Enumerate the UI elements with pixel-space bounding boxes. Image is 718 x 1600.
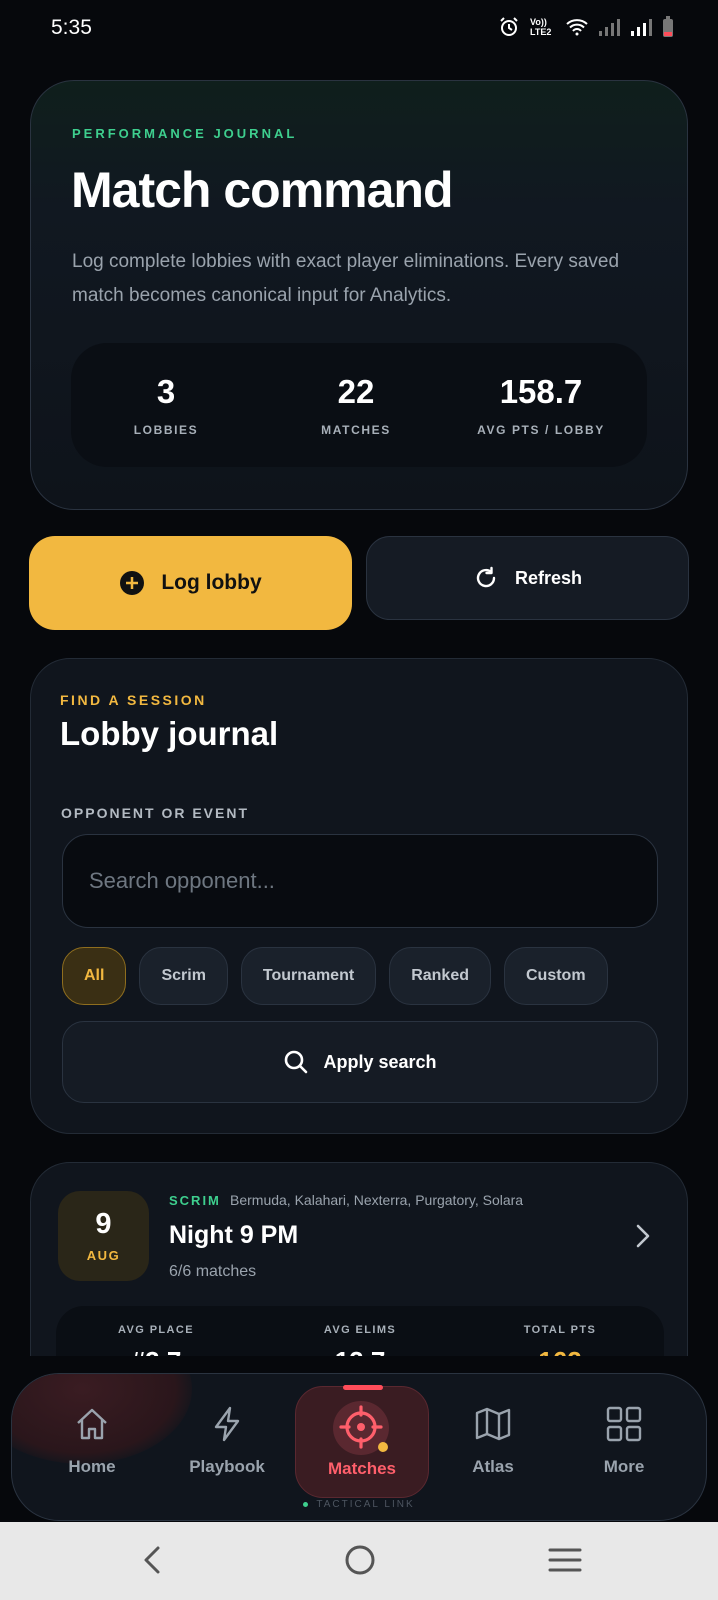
refresh-label: Refresh (514, 567, 583, 588)
stat-value: 158.7 (499, 373, 583, 410)
chevron-right-icon[interactable] (633, 1221, 653, 1251)
hero-description: Log complete lobbies with exact player e… (72, 251, 620, 306)
network-label: Vo)) LTE2 (530, 17, 552, 37)
status-icons: Vo)) LTE2 (498, 16, 674, 38)
recents-icon[interactable] (548, 1540, 582, 1580)
apply-search-label: Apply search (323, 1051, 437, 1072)
hero-card: PERFORMANCE JOURNAL Match command Log co… (30, 80, 688, 510)
filter-chip-tournament[interactable]: Tournament (240, 947, 377, 1005)
refresh-icon (476, 566, 496, 588)
date-badge: 9 AUG (58, 1191, 149, 1281)
tab-home[interactable]: Home (32, 1404, 152, 1477)
lobby-stat-label: TOTAL PTS (523, 1324, 597, 1336)
lobby-title: Night 9 PM (169, 1221, 299, 1249)
stat-lobbies: 3 LOBBIES (71, 373, 261, 437)
bottom-tab-bar: Home Playbook Matches Atlas More TACTICA… (11, 1373, 707, 1521)
back-icon[interactable] (138, 1540, 168, 1580)
signal-weak-icon (599, 19, 620, 36)
tactical-link-label: TACTICAL LINK (316, 1499, 415, 1510)
active-indicator (343, 1385, 383, 1390)
grid-icon (606, 1406, 642, 1442)
stat-avg-points: 158.7 AVG PTS / LOBBY (441, 373, 641, 437)
battery-icon (663, 16, 673, 37)
alarm-icon (500, 17, 518, 36)
tab-label: Playbook (189, 1457, 265, 1476)
home-circle-icon[interactable] (342, 1540, 378, 1580)
plus-circle-icon (120, 571, 145, 595)
journal-title: Lobby journal (60, 715, 279, 752)
signal-icon (631, 19, 652, 36)
lobby-match-count: 6/6 matches (169, 1263, 257, 1280)
tab-label: More (603, 1457, 645, 1476)
stat-value: 3 (156, 373, 176, 410)
filter-chip-ranked[interactable]: Ranked (389, 947, 491, 1005)
map-icon (475, 1407, 511, 1441)
tab-label: Atlas (472, 1457, 514, 1476)
summary-stats: 3 LOBBIES 22 MATCHES 158.7 AVG PTS / LOB… (71, 343, 647, 467)
search-input[interactable] (62, 834, 658, 928)
hero-kicker: PERFORMANCE JOURNAL (72, 126, 298, 141)
log-lobby-label: Log lobby (161, 571, 262, 594)
tab-matches[interactable]: Matches (295, 1385, 429, 1498)
lobby-stat-label: AVG PLACE (118, 1324, 194, 1336)
filter-chips: All Scrim Tournament Ranked Custom (62, 947, 608, 1005)
bolt-icon (214, 1406, 240, 1442)
filter-chip-scrim[interactable]: Scrim (139, 947, 228, 1005)
wifi-icon (566, 19, 588, 36)
journal-kicker: FIND A SESSION (60, 692, 207, 708)
crosshair-icon (333, 1401, 389, 1455)
status-dot (303, 1501, 309, 1507)
status-bar: 5:35 Vo)) LTE2 (0, 0, 718, 58)
tactical-link-indicator: TACTICAL LINK (12, 1499, 706, 1510)
status-time: 5:35 (51, 16, 92, 39)
log-lobby-button[interactable]: Log lobby (29, 536, 352, 630)
lobby-stat-label: AVG ELIMS (323, 1324, 397, 1336)
apply-search-button[interactable]: Apply search (62, 1021, 658, 1103)
refresh-button[interactable]: Refresh (366, 536, 689, 620)
stat-label: AVG PTS / LOBBY (477, 423, 605, 437)
lobby-type-tag: SCRIM (169, 1193, 221, 1208)
home-icon (77, 1408, 107, 1440)
search-icon (285, 1050, 308, 1074)
filter-chip-custom[interactable]: Custom (503, 947, 608, 1005)
stat-value: 22 (337, 373, 375, 410)
tab-playbook[interactable]: Playbook (167, 1404, 287, 1477)
lobby-journal-card: FIND A SESSION Lobby journal OPPONENT OR… (30, 658, 688, 1134)
date-month: AUG (86, 1248, 121, 1263)
system-navigation-bar (0, 1522, 718, 1600)
page-title: Match command (71, 162, 454, 218)
stat-matches: 22 MATCHES (261, 373, 451, 437)
tab-atlas[interactable]: Atlas (433, 1404, 553, 1477)
stat-label: MATCHES (321, 423, 391, 437)
filter-chip-all[interactable]: All (62, 947, 127, 1005)
tab-label: Matches (327, 1459, 397, 1478)
stat-label: LOBBIES (133, 423, 199, 437)
tab-more[interactable]: More (564, 1404, 684, 1477)
tab-label: Home (68, 1457, 116, 1476)
date-day: 9 (95, 1208, 112, 1240)
search-field-label: OPPONENT OR EVENT (61, 805, 250, 821)
lobby-maps: Bermuda, Kalahari, Nexterra, Purgatory, … (230, 1192, 524, 1208)
